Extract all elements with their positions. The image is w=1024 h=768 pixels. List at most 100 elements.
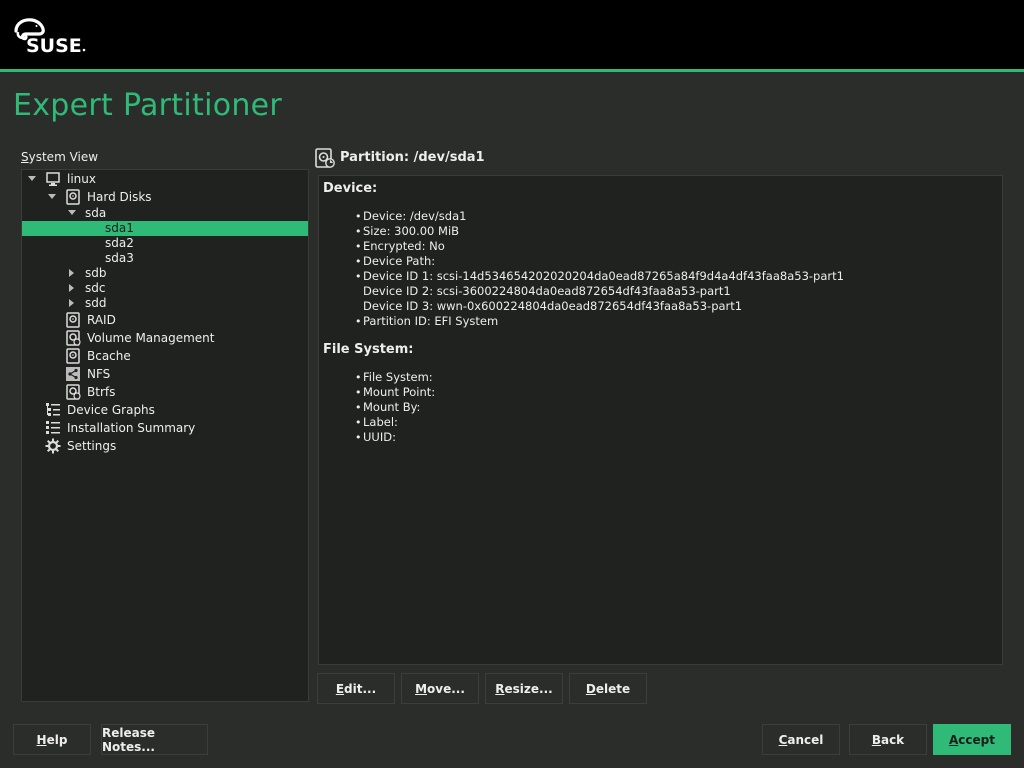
accept-button-rest: ccept: [958, 732, 995, 747]
bullet-icon: •: [355, 431, 362, 444]
detail-panel: Device: • Device: /dev/sda1 • Size: 300.00 …: [318, 175, 1003, 665]
tree-item-label: sdc: [85, 281, 106, 295]
edit-button[interactable]: Edit...: [317, 673, 395, 704]
tree-item-label: linux: [67, 172, 96, 186]
info-line: • Partition ID: EFI System: [355, 314, 498, 329]
cancel-button[interactable]: Cancel: [762, 724, 840, 755]
tree-item-device-graphs[interactable]: Device Graphs: [22, 403, 308, 418]
filesystem-section-title: File System:: [323, 342, 414, 357]
hard-disk-icon: [66, 189, 80, 205]
info-line: • Mount By:: [355, 400, 421, 415]
tree-item-label: sda2: [105, 236, 134, 250]
back-button-rest: ack: [880, 732, 905, 747]
info-text: Mount By:: [363, 400, 421, 414]
expanded-arrow-icon[interactable]: [48, 194, 56, 199]
raid-icon: [66, 312, 80, 328]
tree-item-label: sda1: [105, 221, 134, 235]
btrfs-icon: [66, 384, 81, 400]
header-accent-line: [0, 69, 1024, 72]
help-button[interactable]: Help: [13, 724, 91, 755]
tree-item-nfs[interactable]: NFS: [22, 367, 308, 382]
tree-item-sda[interactable]: sda: [22, 206, 308, 221]
bullet-icon: •: [355, 371, 362, 384]
info-line: • Device Path:: [355, 254, 435, 269]
tree-item-label: sda3: [105, 251, 134, 265]
info-line: • Device ID 1: scsi-14d534654202020204da0…: [355, 269, 844, 284]
expanded-arrow-icon[interactable]: [68, 210, 76, 215]
delete-button[interactable]: Delete: [569, 673, 647, 704]
svg-text:SUSE: SUSE: [26, 35, 82, 55]
tree-item-settings[interactable]: Settings: [22, 438, 308, 454]
collapsed-arrow-icon[interactable]: [69, 284, 74, 292]
tree-item-linux[interactable]: linux: [22, 172, 308, 187]
move-button-rest: ove...: [427, 681, 465, 696]
suse-logo: SUSE: [14, 18, 86, 55]
edit-button-rest: dit...: [344, 681, 377, 696]
system-view-tree[interactable]: linux Hard Disks sda sda1 sda2 sda3 sdb sdc sdd R…: [21, 169, 309, 702]
tree-item-raid[interactable]: RAID: [22, 312, 308, 328]
tree-item-volume-management[interactable]: Volume Management: [22, 330, 308, 346]
gear-icon: [45, 438, 61, 454]
tree-item-label: Btrfs: [87, 385, 116, 399]
back-button[interactable]: Back: [849, 724, 927, 755]
tree-item-label: Volume Management: [87, 331, 215, 345]
tree-item-sda2[interactable]: sda2: [22, 236, 308, 251]
info-line: Device ID 2: scsi-3600224804da0ead872654…: [363, 284, 731, 299]
tree-item-label: Settings: [67, 439, 117, 453]
header-bar: SUSE: [0, 0, 1024, 69]
tree-item-bcache[interactable]: Bcache: [22, 348, 308, 364]
info-text: Device ID 1: scsi-14d534654202020204da0e…: [363, 269, 844, 283]
info-text: Device ID 3: wwn-0x600224804da0ead872654…: [363, 299, 743, 313]
info-text: Mount Point:: [363, 385, 436, 399]
tree-item-sdb[interactable]: sdb: [22, 266, 308, 281]
info-text: File System:: [363, 370, 433, 384]
tree-item-sdc[interactable]: sdc: [22, 281, 308, 296]
tree-item-hard-disks[interactable]: Hard Disks: [22, 189, 308, 205]
page-title: Expert Partitioner: [13, 88, 283, 123]
tree-item-label: Installation Summary: [67, 421, 196, 435]
device-graphs-icon: [46, 403, 60, 416]
tree-item-sda3[interactable]: sda3: [22, 251, 308, 266]
move-button[interactable]: Move...: [401, 673, 479, 704]
help-button-rest: elp: [46, 732, 68, 747]
bullet-icon: •: [355, 315, 362, 328]
volume-management-icon: [66, 330, 81, 346]
tree-item-label: sdb: [85, 266, 107, 280]
system-view-label: System View: [21, 150, 99, 164]
tree-item-label: Device Graphs: [67, 403, 155, 417]
nfs-icon: [66, 367, 80, 381]
tree-item-label: sda: [85, 206, 107, 220]
tree-item-label: NFS: [87, 367, 111, 381]
resize-button-rest: esize...: [504, 681, 553, 696]
bullet-icon: •: [355, 416, 362, 429]
expanded-arrow-icon[interactable]: [28, 176, 36, 181]
device-section-title: Device:: [323, 181, 378, 196]
info-line: • Encrypted: No: [355, 239, 445, 254]
tree-item-installation-summary[interactable]: Installation Summary: [22, 421, 308, 436]
info-text: UUID:: [363, 430, 396, 444]
bullet-icon: •: [355, 225, 362, 238]
tree-item-label: Hard Disks: [87, 190, 152, 204]
tree-item-sdd[interactable]: sdd: [22, 296, 308, 311]
accept-button[interactable]: Accept: [933, 724, 1011, 755]
tree-item-label: Bcache: [87, 349, 131, 363]
tree-item-label: RAID: [87, 313, 116, 327]
computer-icon: [46, 172, 60, 186]
collapsed-arrow-icon[interactable]: [69, 269, 74, 277]
release-notes-button-label: Release Notes...: [102, 725, 156, 754]
system-view-label-rest: ystem View: [28, 150, 99, 164]
info-line: • UUID:: [355, 430, 396, 445]
tree-item-btrfs[interactable]: Btrfs: [22, 384, 308, 400]
collapsed-arrow-icon[interactable]: [69, 299, 74, 307]
bcache-icon: [66, 348, 80, 364]
release-notes-button[interactable]: Release Notes...: [101, 724, 208, 755]
resize-button[interactable]: Resize...: [485, 673, 563, 704]
info-text: Label:: [363, 415, 398, 429]
bullet-icon: •: [355, 255, 362, 268]
info-line: • File System:: [355, 370, 433, 385]
tree-item-sda1[interactable]: sda1: [22, 221, 308, 236]
info-text: Size: 300.00 MiB: [363, 224, 460, 238]
bullet-icon: •: [355, 210, 362, 223]
bullet-icon: •: [355, 401, 362, 414]
info-text: Encrypted: No: [363, 239, 445, 253]
